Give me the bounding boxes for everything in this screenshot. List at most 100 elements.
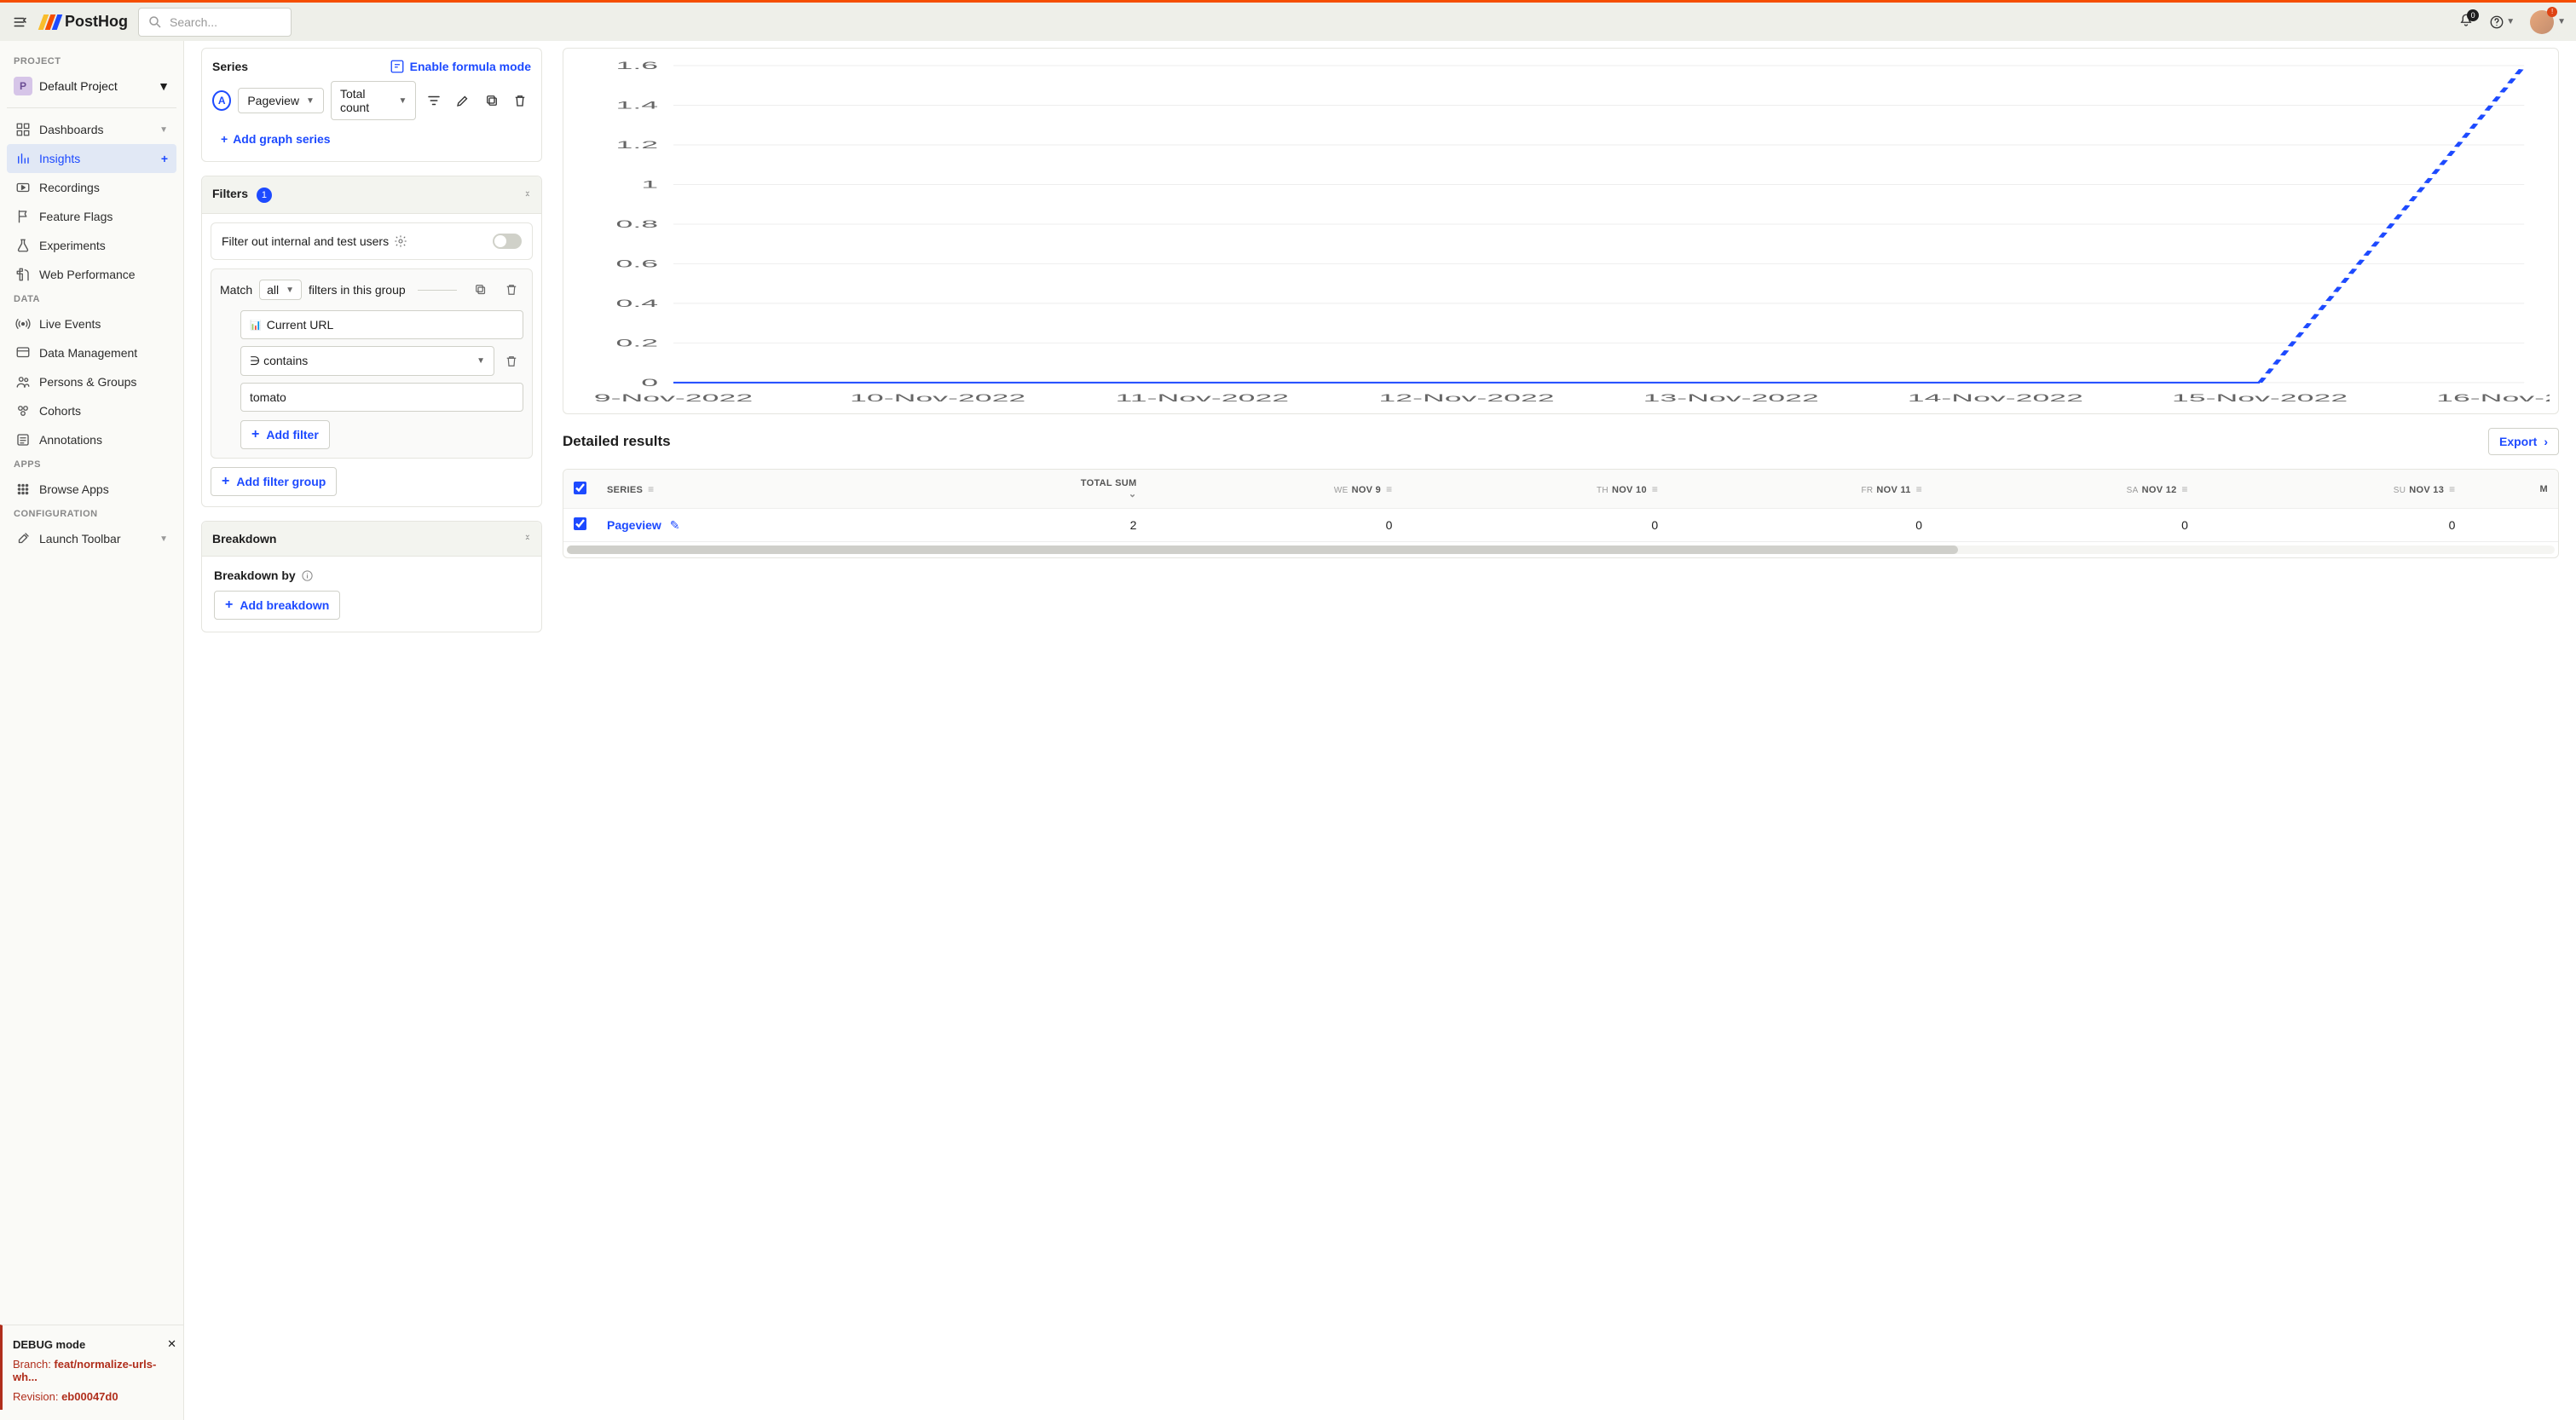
filters-panel: Filters 1 ⌄⌃ Filter out internal and tes…: [201, 176, 542, 507]
project-name: Default Project: [39, 79, 118, 93]
sidebar-item-recordings[interactable]: Recordings: [7, 173, 176, 202]
gear-icon[interactable]: [394, 234, 407, 248]
cohorts-icon: [15, 403, 31, 418]
info-icon[interactable]: [301, 569, 314, 582]
chevron-up-icon: ⌃: [524, 539, 531, 545]
select-all-checkbox[interactable]: [574, 482, 586, 494]
export-button[interactable]: Export ›: [2488, 428, 2559, 455]
match-label: Match: [220, 283, 252, 297]
column-menu-icon[interactable]: ≡: [648, 483, 654, 495]
add-filter-button[interactable]: + Add filter: [240, 420, 330, 449]
help-menu[interactable]: ▼: [2489, 14, 2515, 30]
filter-group-copy[interactable]: [469, 278, 493, 302]
insights-icon: [15, 151, 31, 166]
series-delete-button[interactable]: [509, 89, 531, 113]
enable-formula-link[interactable]: Enable formula mode: [390, 59, 531, 74]
series-panel: Series Enable formula mode A Pageview ▼: [201, 48, 542, 162]
series-filter-button[interactable]: [423, 89, 445, 113]
sidebar-item-annotations[interactable]: Annotations: [7, 425, 176, 454]
experiments-icon: [15, 238, 31, 253]
revision-value: eb00047d0: [61, 1390, 118, 1403]
formula-icon: [390, 59, 405, 74]
sidebar-item-dashboards[interactable]: Dashboards▼: [7, 115, 176, 144]
browse-apps-icon: [15, 482, 31, 497]
sidebar-item-feature-flags[interactable]: Feature Flags: [7, 202, 176, 231]
add-breakdown-button[interactable]: + Add breakdown: [214, 591, 340, 620]
formula-link-text: Enable formula mode: [410, 60, 531, 73]
add-series-button[interactable]: + Add graph series: [212, 127, 531, 151]
breakdown-header[interactable]: Breakdown ⌄⌃: [202, 522, 541, 557]
chevron-down-icon: ▼: [158, 79, 170, 93]
collapse-toggle[interactable]: ⌄⌃: [524, 532, 531, 545]
sidebar-item-label: Browse Apps: [39, 482, 109, 496]
filter-delete-button[interactable]: [500, 349, 523, 373]
col-total: TOTAL SUM: [1081, 478, 1137, 488]
filters-count-badge: 1: [257, 188, 272, 203]
horizontal-scrollbar[interactable]: [567, 545, 2555, 554]
breakdown-by-label: Breakdown by: [214, 569, 296, 582]
column-menu-icon[interactable]: ≡: [2449, 483, 2455, 495]
chevron-down-icon: ▼: [2506, 17, 2515, 26]
sidebar-item-live-events[interactable]: Live Events: [7, 309, 176, 338]
operator-glyph: ∋: [250, 354, 260, 367]
notifications-button[interactable]: 0: [2458, 13, 2474, 31]
sort-desc-icon[interactable]: ⌄: [1129, 489, 1137, 499]
svg-text:10-Nov-2022: 10-Nov-2022: [850, 392, 1025, 404]
chevron-down-icon: ▼: [286, 286, 294, 295]
property-type-icon: 📊: [250, 320, 262, 331]
sidebar-item-label: Cohorts: [39, 404, 81, 418]
svg-text:0: 0: [641, 377, 658, 389]
svg-text:1.4: 1.4: [616, 100, 659, 112]
search-input[interactable]: Search...: [138, 8, 292, 37]
sidebar-item-browse-apps[interactable]: Browse Apps: [7, 475, 176, 504]
logo[interactable]: PostHog: [41, 13, 128, 31]
filter-property-select[interactable]: 📊 Current URL: [240, 310, 523, 339]
internal-users-toggle[interactable]: [493, 234, 522, 249]
svg-text:0.2: 0.2: [616, 338, 659, 349]
sidebar-item-web-performance[interactable]: Web Performance: [7, 260, 176, 289]
series-duplicate-button[interactable]: [481, 89, 503, 113]
column-menu-icon[interactable]: ≡: [2182, 483, 2188, 495]
help-icon: [2489, 14, 2504, 30]
day-of-week: TH: [1597, 486, 1609, 495]
breakdown-title: Breakdown: [212, 532, 276, 545]
collapse-toggle[interactable]: ⌄⌃: [524, 188, 531, 202]
user-menu[interactable]: ! ▼: [2530, 10, 2566, 34]
series-rename-button[interactable]: [452, 89, 474, 113]
column-menu-icon[interactable]: ≡: [1916, 483, 1922, 495]
filter-operator-select[interactable]: ∋ contains ▼: [240, 346, 494, 376]
launch-toolbar-icon: [15, 531, 31, 546]
add-filter-label: Add filter: [266, 428, 318, 442]
menu-icon: [13, 14, 28, 30]
filter-value-input[interactable]: tomato: [240, 383, 523, 412]
sidebar-item-cohorts[interactable]: Cohorts: [7, 396, 176, 425]
column-menu-icon[interactable]: ≡: [1652, 483, 1658, 495]
event-selector[interactable]: Pageview ▼: [238, 88, 324, 113]
add-filter-group-button[interactable]: + Add filter group: [211, 467, 337, 496]
filters-header[interactable]: Filters 1 ⌄⌃: [202, 176, 541, 214]
sidebar-item-insights[interactable]: Insights+: [7, 144, 176, 173]
pencil-icon[interactable]: ✎: [670, 518, 680, 532]
col-date: NOV 13: [2409, 485, 2444, 495]
project-selector[interactable]: P Default Project ▼: [7, 72, 176, 101]
sidebar-item-label: Dashboards: [39, 123, 104, 136]
sidebar-item-data-management[interactable]: Data Management: [7, 338, 176, 367]
chevron-down-icon: ▼: [159, 534, 168, 544]
debug-close[interactable]: ✕: [167, 1337, 176, 1351]
sidebar-item-label: Feature Flags: [39, 210, 113, 223]
add-series-label: Add graph series: [233, 132, 330, 146]
row-checkbox[interactable]: [574, 517, 586, 530]
svg-text:14-Nov-2022: 14-Nov-2022: [1908, 392, 2083, 404]
plus-icon[interactable]: +: [161, 152, 168, 165]
sidebar-toggle[interactable]: [10, 12, 31, 32]
sidebar-item-persons-groups[interactable]: Persons & Groups: [7, 367, 176, 396]
column-menu-icon[interactable]: ≡: [1386, 483, 1392, 495]
svg-text:0.4: 0.4: [616, 297, 659, 309]
aggregation-selector[interactable]: Total count ▼: [331, 81, 416, 120]
filter-group-delete[interactable]: [500, 278, 523, 302]
match-mode-select[interactable]: all ▼: [259, 280, 302, 300]
web-performance-icon: [15, 267, 31, 282]
row-series-link[interactable]: Pageview: [607, 518, 661, 532]
sidebar-item-experiments[interactable]: Experiments: [7, 231, 176, 260]
sidebar-item-launch-toolbar[interactable]: Launch Toolbar▼: [7, 524, 176, 553]
